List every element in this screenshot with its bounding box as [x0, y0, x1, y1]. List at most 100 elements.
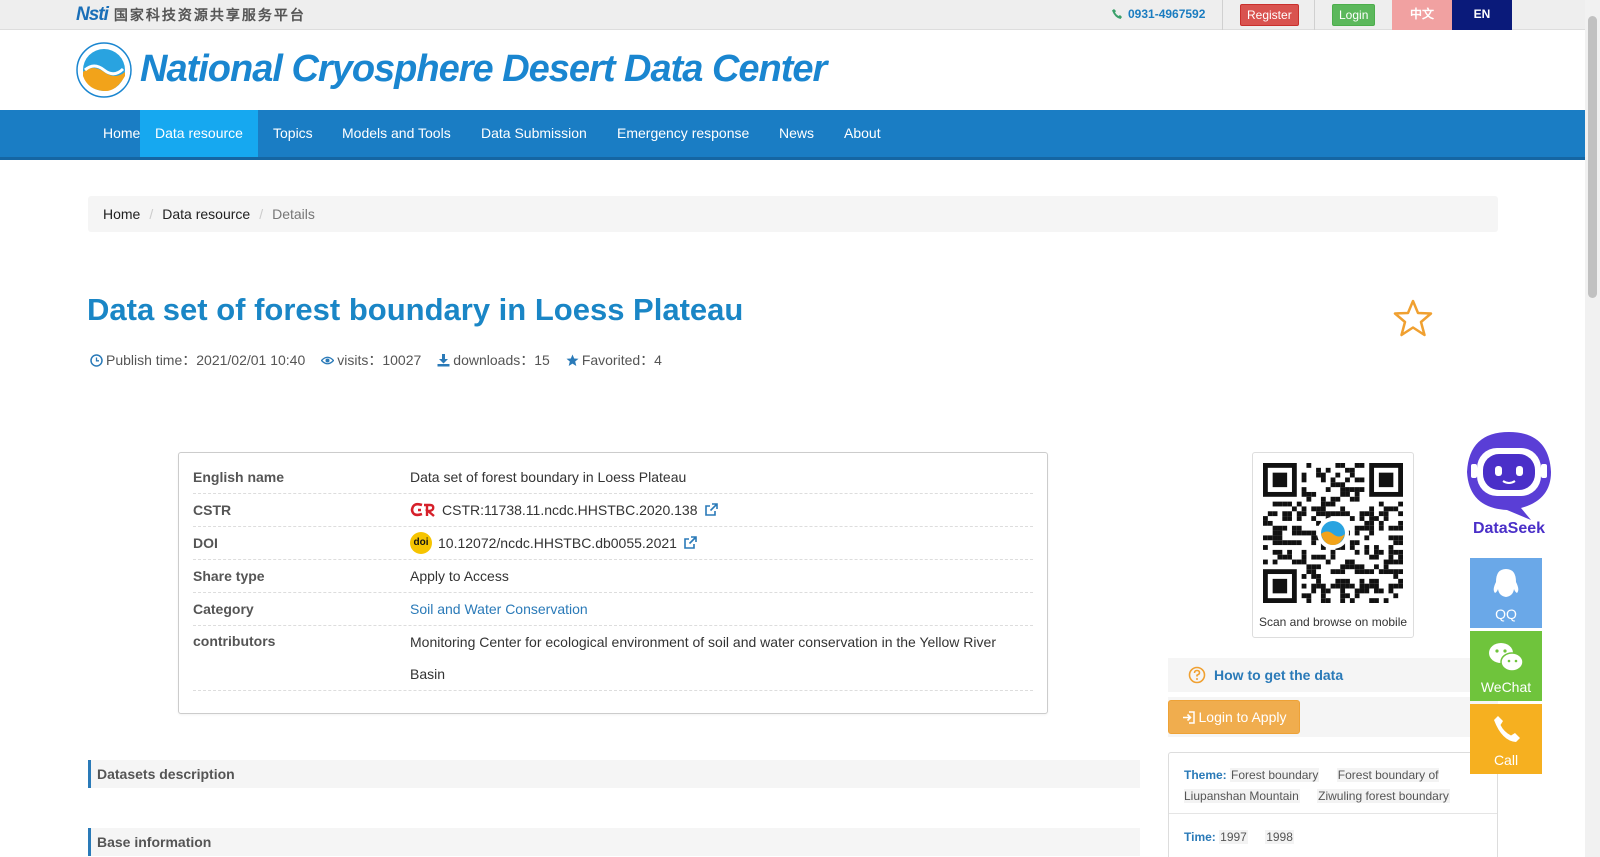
qq-button[interactable]: QQ — [1470, 558, 1542, 628]
nav-item-emergency-response[interactable]: Emergency response — [602, 110, 764, 157]
publish-time-text: Publish time：2021/02/01 10:40 — [106, 352, 306, 368]
theme-tag[interactable]: Forest boundary — [1230, 768, 1320, 782]
scrollbar-thumb[interactable] — [1588, 16, 1597, 298]
clock-icon — [90, 353, 103, 367]
detail-label: contributors — [193, 633, 276, 649]
question-icon — [1188, 666, 1206, 684]
detail-label: Share type — [193, 568, 265, 584]
login-to-apply-button[interactable]: Login to Apply — [1168, 700, 1300, 734]
time-tag[interactable]: 1998 — [1265, 830, 1294, 844]
nav-item-about[interactable]: About — [829, 110, 896, 157]
visits: visits：10027 — [321, 350, 421, 370]
section-datasets-description[interactable]: Datasets description — [88, 760, 1140, 788]
eye-icon — [321, 356, 335, 364]
call-label: Call — [1493, 752, 1519, 768]
time-label: Time: — [1184, 830, 1216, 844]
breadcrumb: Home / Data resource / Details — [88, 196, 1498, 232]
how-to-label: How to get the data — [1214, 667, 1344, 683]
category-link[interactable]: Soil and Water Conservation — [410, 593, 588, 625]
wechat-button[interactable]: WeChat — [1470, 631, 1542, 701]
nav-item-data-resource[interactable]: Data resource — [140, 110, 258, 157]
qq-icon — [1493, 569, 1519, 597]
favorited: Favorited：4 — [566, 350, 662, 370]
site-title[interactable]: National Cryosphere Desert Data Center — [140, 48, 827, 91]
cstr-value[interactable]: CSTR:11738.11.ncdc.HHSTBC.2020.138 — [442, 494, 698, 526]
external-link-icon[interactable] — [683, 536, 697, 550]
robot-label: DataSeek — [1472, 520, 1546, 537]
time-line: Time: 1997 1998 — [1184, 827, 1484, 848]
qr-code-icon — [1263, 463, 1403, 603]
time-tag[interactable]: 1997 — [1219, 830, 1248, 844]
robot-icon — [1467, 432, 1551, 520]
qr-code-panel: Scan and browse on mobile — [1252, 452, 1414, 638]
top-bar: Nsti 国家科技资源共享服务平台 0931-4967592 Register … — [0, 0, 1585, 30]
theme-time-panel: Theme: Forest boundary Forest boundary o… — [1168, 752, 1498, 857]
doi-value[interactable]: 10.12072/ncdc.HHSTBC.db0055.2021 — [438, 527, 677, 559]
breadcrumb-current: Details — [272, 206, 315, 222]
divider — [1222, 0, 1223, 30]
external-link-icon[interactable] — [704, 503, 718, 517]
theme-label: Theme: — [1184, 768, 1227, 782]
phone-icon — [1494, 716, 1520, 742]
theme-line: Theme: Forest boundary Forest boundary o… — [1184, 765, 1484, 807]
downloads: downloads：15 — [437, 350, 550, 370]
login-button[interactable]: Login — [1332, 4, 1376, 26]
publish-time: Publish time：2021/02/01 10:40 — [90, 350, 305, 370]
dataseek-robot-button[interactable]: DataSeek — [1461, 430, 1557, 540]
nav-item-models-tools[interactable]: Models and Tools — [327, 110, 466, 157]
dataset-meta: Publish time：2021/02/01 10:40 visits：100… — [90, 350, 662, 370]
nav-item-topics[interactable]: Topics — [258, 110, 328, 157]
detail-row-category: Category Soil and Water Conservation — [193, 593, 1033, 626]
login-to-apply-label: Login to Apply — [1198, 709, 1287, 725]
call-button[interactable]: Call — [1470, 704, 1542, 774]
cstr-logo-icon — [410, 502, 435, 517]
wechat-label: WeChat — [1480, 679, 1532, 695]
detail-label: Category — [193, 601, 254, 617]
detail-label: DOI — [193, 535, 218, 551]
page-title: Data set of forest boundary in Loess Pla… — [87, 292, 744, 327]
breadcrumb-divider: / — [259, 206, 264, 222]
detail-row-contributors: contributors Monitoring Center for ecolo… — [193, 626, 1033, 691]
platform-text: 国家科技资源共享服务平台 — [113, 7, 306, 23]
detail-label: English name — [193, 469, 285, 485]
english-name-value: Data set of forest boundary in Loess Pla… — [410, 469, 687, 485]
divider — [1314, 0, 1315, 30]
qq-label: QQ — [1495, 606, 1517, 622]
contributors-value: Monitoring Center for ecological environ… — [410, 634, 996, 682]
downloads-text: downloads：15 — [453, 352, 550, 368]
detail-row-english-name: English name Data set of forest boundary… — [193, 461, 1033, 494]
section-base-information[interactable]: Base information — [88, 828, 1140, 856]
nav-item-news[interactable]: News — [764, 110, 829, 157]
favorite-star-icon[interactable] — [1393, 298, 1433, 338]
phone-number: 0931-4967592 — [1128, 7, 1206, 21]
detail-row-doi: DOI doi 10.12072/ncdc.HHSTBC.db0055.2021 — [193, 527, 1033, 560]
lang-en-button[interactable]: EN — [1452, 0, 1512, 30]
site-logo-icon[interactable] — [76, 42, 132, 98]
how-to-get-data[interactable]: How to get the data — [1168, 658, 1498, 692]
breadcrumb-data-resource[interactable]: Data resource — [162, 206, 250, 222]
platform-brand[interactable]: Nsti 国家科技资源共享服务平台 — [76, 4, 306, 26]
main-nav: Home Data resource Topics Models and Too… — [0, 110, 1585, 160]
page-scrollbar[interactable] — [1585, 0, 1600, 857]
site-header: National Cryosphere Desert Data Center — [0, 30, 1585, 108]
phone-icon — [1112, 9, 1122, 19]
nav-item-data-submission[interactable]: Data Submission — [466, 110, 602, 157]
star-icon — [566, 354, 579, 366]
register-button[interactable]: Register — [1240, 4, 1299, 26]
sign-in-icon — [1182, 710, 1195, 724]
detail-label: CSTR — [193, 502, 232, 518]
share-type-value: Apply to Access — [410, 568, 509, 584]
detail-row-share-type: Share type Apply to Access — [193, 560, 1033, 593]
doi-badge-icon: doi — [410, 532, 432, 554]
visits-text: visits：10027 — [337, 352, 422, 368]
breadcrumb-home[interactable]: Home — [103, 206, 140, 222]
breadcrumb-divider: / — [149, 206, 154, 222]
nsti-logo: Nsti — [76, 4, 109, 25]
dataset-details: English name Data set of forest boundary… — [178, 452, 1048, 714]
detail-row-cstr: CSTR CSTR:11738.11.ncdc.HHSTBC.2020.138 — [193, 494, 1033, 527]
theme-tag[interactable]: Ziwuling forest boundary — [1317, 789, 1450, 803]
wechat-icon — [1489, 643, 1524, 672]
download-icon — [437, 353, 450, 366]
lang-cn-button[interactable]: 中文 — [1392, 0, 1452, 30]
phone-contact: 0931-4967592 — [1112, 7, 1205, 21]
